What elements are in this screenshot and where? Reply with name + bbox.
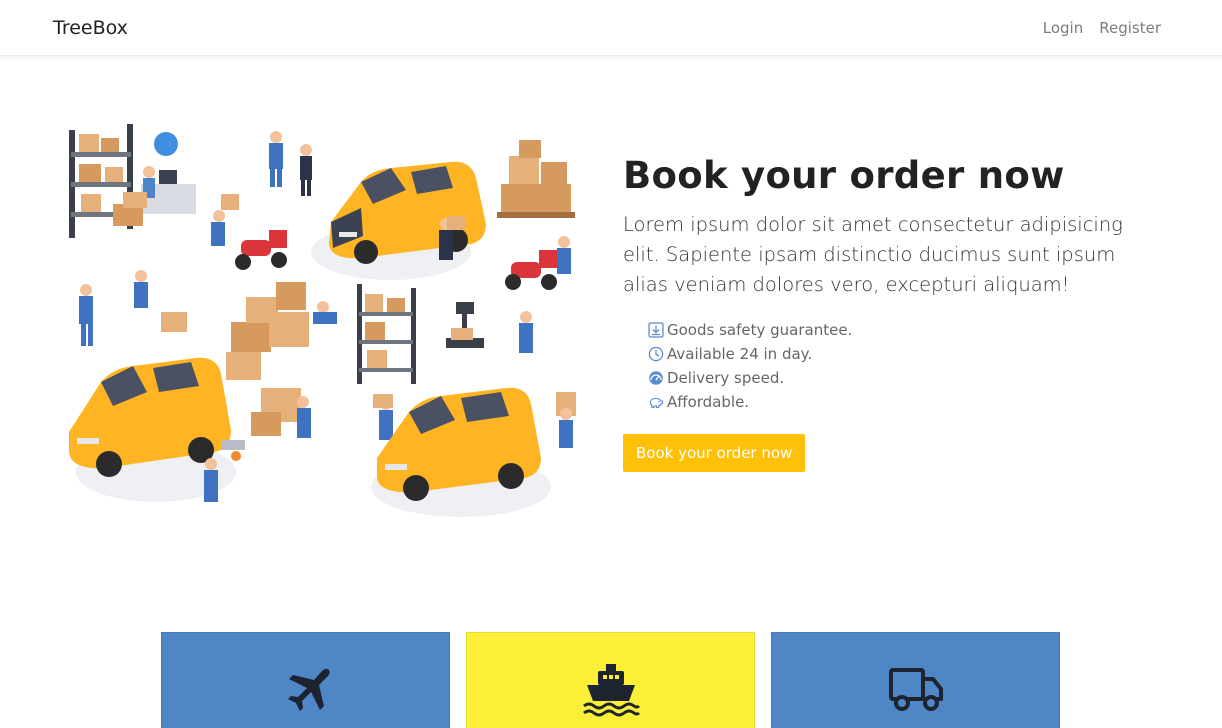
features-list: Goods safety guarantee. Available 24 in … [623,318,1163,414]
navbar: TreeBox Login Register [0,0,1222,56]
hero-title: Book your order now [623,154,1065,197]
feature-label: Available 24 in day. [667,345,813,363]
download-box-icon [647,322,664,339]
login-link[interactable]: Login [1043,19,1083,37]
feature-item: Goods safety guarantee. [647,318,1163,342]
sea-freight-card[interactable] [466,632,755,728]
feature-label: Goods safety guarantee. [667,321,853,339]
speedometer-icon [647,370,664,387]
delivery-logistics-illustration [61,112,591,517]
feature-label: Affordable. [667,393,750,411]
ship-icon [582,664,640,717]
air-freight-card[interactable] [161,632,450,728]
brand-logo-link[interactable]: TreeBox [53,17,128,39]
feature-label: Delivery speed. [667,369,785,387]
feature-item: Available 24 in day. [647,342,1163,366]
register-link[interactable]: Register [1099,19,1161,37]
service-cards [161,632,1060,728]
clock-icon [647,346,664,363]
book-order-button[interactable]: Book your order now [623,434,806,472]
nav-links: Login Register [1043,19,1161,37]
feature-item: Delivery speed. [647,366,1163,390]
airplane-icon [287,668,330,711]
road-freight-card[interactable] [771,632,1060,728]
truck-icon [888,668,943,711]
hero-lead-text: Lorem ipsum dolor sit amet consectetur a… [623,213,1123,296]
hero-text-block: Book your order now Lorem ipsum dolor si… [623,152,1163,472]
feature-item: Affordable. [647,390,1163,414]
piggy-bank-icon [647,394,664,411]
